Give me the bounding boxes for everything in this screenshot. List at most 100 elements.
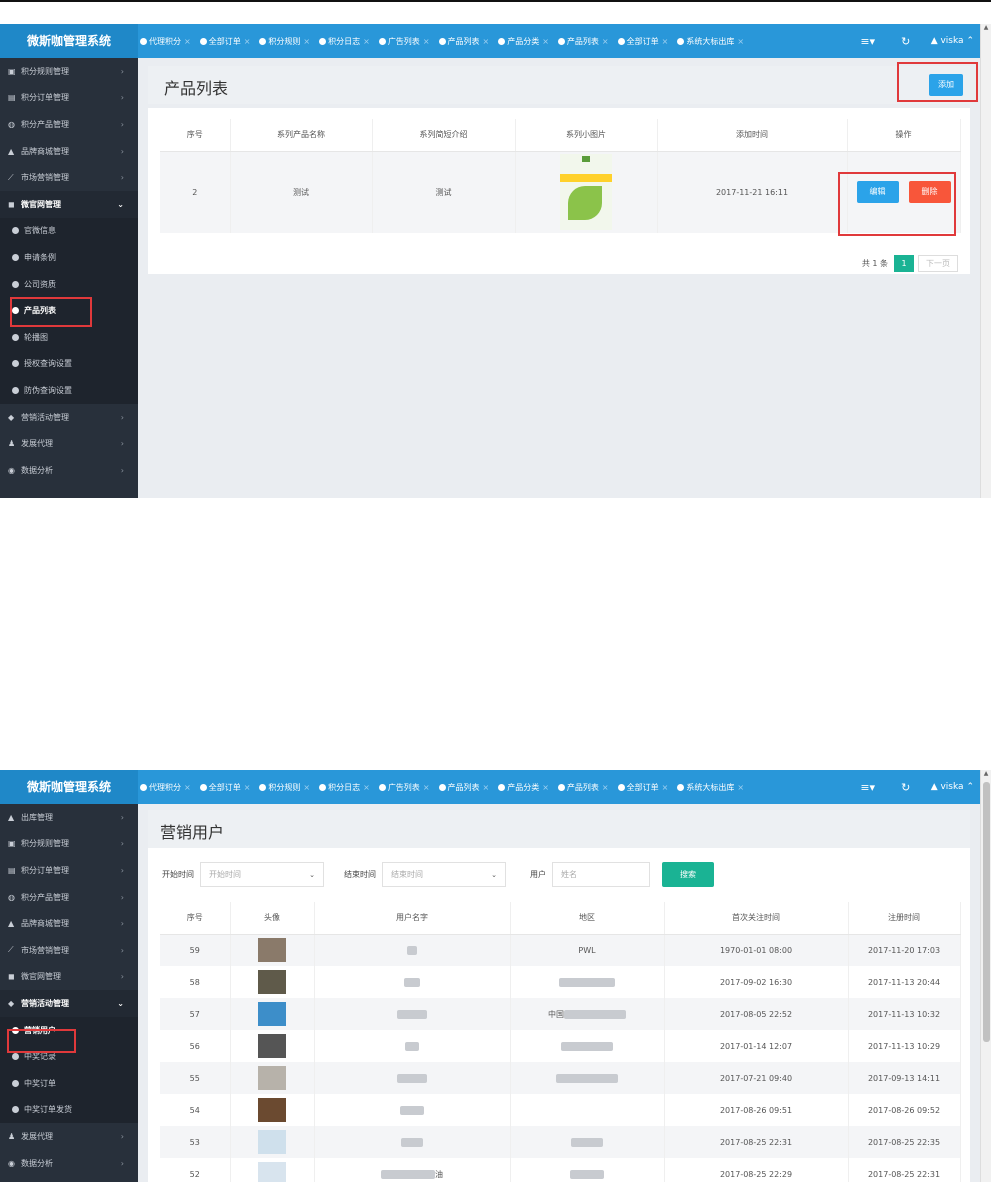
close-icon[interactable]: ×: [542, 37, 549, 46]
sidebar-item[interactable]: ◼ 微官网管理 ›: [0, 964, 138, 991]
redacted-name: [404, 977, 420, 987]
sidebar-item[interactable]: ▤ 积分订单管理 ›: [0, 85, 138, 112]
close-icon[interactable]: ×: [184, 37, 191, 46]
close-icon[interactable]: ×: [602, 783, 609, 792]
close-icon[interactable]: ×: [542, 783, 549, 792]
tab-2[interactable]: 积分规则 ×: [259, 36, 310, 47]
tab-1[interactable]: 全部订单 ×: [199, 782, 251, 793]
cell-register-time: 2017-11-13 20:44: [848, 966, 961, 998]
tab-0[interactable]: 代理积分 ×: [140, 36, 191, 47]
close-icon[interactable]: ×: [184, 783, 191, 792]
close-icon[interactable]: ×: [737, 37, 744, 46]
redacted-region: [570, 1169, 604, 1179]
menu-icon[interactable]: ≡▾: [849, 781, 887, 794]
close-icon[interactable]: ×: [483, 37, 490, 46]
sidebar-item-label: 积分产品管理: [21, 119, 69, 129]
table-row: 54 2017-08-26 09:51 2017-08-26 09:52: [160, 1094, 961, 1126]
tab-6[interactable]: 产品分类 ×: [498, 36, 549, 47]
tab-7[interactable]: 产品列表 ×: [557, 782, 609, 793]
sidebar-item[interactable]: ◼ 微官网管理 ⌄: [0, 190, 138, 218]
tab-0[interactable]: 代理积分 ×: [140, 782, 191, 793]
tab-label: 广告列表: [387, 36, 420, 46]
sidebar-item[interactable]: ◉ 数据分析 ›: [0, 1150, 138, 1177]
sidebar-subitem[interactable]: 官微信息: [0, 218, 138, 245]
close-icon[interactable]: ×: [662, 37, 669, 46]
refresh-icon[interactable]: ↻: [887, 35, 925, 48]
tab-9[interactable]: 系统大标出库 ×: [677, 782, 744, 793]
close-icon[interactable]: ×: [303, 37, 310, 46]
sidebar-subitem[interactable]: 轮播图: [0, 324, 138, 351]
sidebar-item[interactable]: ♟ 发展代理 ›: [0, 430, 138, 457]
sidebar-item[interactable]: ⟋ 市场营销管理 ›: [0, 164, 138, 191]
sidebar-subitem[interactable]: 中奖订单: [0, 1070, 138, 1097]
end-time-select[interactable]: 结束时间 ⌄: [382, 862, 506, 887]
close-icon[interactable]: ×: [602, 37, 609, 46]
sidebar-item[interactable]: ♟ 发展代理 ›: [0, 1123, 138, 1150]
tab-7[interactable]: 产品列表 ×: [557, 36, 609, 47]
sidebar-item[interactable]: ▲ 品牌商城管理 ›: [0, 910, 138, 937]
sidebar-item[interactable]: ◆ 营销活动管理 ›: [0, 404, 138, 431]
user-menu[interactable]: ▲ viska ⌃: [931, 36, 974, 46]
tab-4[interactable]: 广告列表 ×: [378, 36, 430, 47]
sidebar-subitem[interactable]: 公司资质: [0, 271, 138, 298]
close-icon[interactable]: ×: [244, 783, 251, 792]
tab-2[interactable]: 积分规则 ×: [259, 782, 310, 793]
sidebar-item[interactable]: ◉ 数据分析 ›: [0, 457, 138, 484]
tab-4[interactable]: 广告列表 ×: [378, 782, 430, 793]
close-icon[interactable]: ×: [737, 783, 744, 792]
sidebar-subitem[interactable]: 防伪查询设置: [0, 377, 138, 404]
document-top-rule: [0, 0, 991, 2]
circle-plus-icon: [12, 1053, 19, 1061]
scroll-up-icon[interactable]: ▲: [981, 770, 991, 777]
page-scrollbar[interactable]: ▲: [980, 24, 991, 498]
menu-icon[interactable]: ≡▾: [849, 35, 887, 48]
sidebar-item[interactable]: ▣ 积分规则管理 ›: [0, 831, 138, 858]
sidebar-item[interactable]: ⟋ 市场营销管理 ›: [0, 937, 138, 964]
close-icon[interactable]: ×: [363, 37, 370, 46]
start-time-select[interactable]: 开始时间 ⌄: [200, 862, 324, 887]
user-name-input[interactable]: 姓名: [552, 862, 650, 887]
sidebar-subitem[interactable]: 中奖订单发货: [0, 1097, 138, 1124]
close-icon[interactable]: ×: [483, 783, 490, 792]
tab-5[interactable]: 产品列表 ×: [438, 782, 490, 793]
close-icon[interactable]: ×: [423, 37, 430, 46]
tab-9[interactable]: 系统大标出库 ×: [677, 36, 744, 47]
close-icon[interactable]: ×: [244, 37, 251, 46]
cell-avatar: [230, 1030, 315, 1062]
sidebar-item[interactable]: ▲ 出库管理 ›: [0, 804, 138, 831]
pagination-current-page[interactable]: 1: [894, 255, 914, 272]
page-scrollbar[interactable]: ▲: [980, 770, 991, 1182]
scrollbar-thumb[interactable]: [983, 782, 990, 1042]
redacted-name: [407, 945, 417, 955]
tab-strip: 代理积分 × 全部订单 × 积分规则 × 积分日志 × 广告列表 × 产品列表 × 产品分类 × 产品列表 ×…: [140, 24, 753, 58]
sidebar-subitem[interactable]: 申请条例: [0, 244, 138, 271]
close-icon[interactable]: ×: [423, 783, 430, 792]
search-button[interactable]: 搜索: [662, 862, 714, 887]
tab-8[interactable]: 全部订单 ×: [617, 36, 669, 47]
cell-id: 57: [160, 998, 231, 1030]
agent-icon: ♟: [8, 1131, 16, 1141]
close-icon[interactable]: ×: [363, 783, 370, 792]
scroll-up-icon[interactable]: ▲: [981, 24, 991, 31]
pagination-next-button[interactable]: 下一页: [918, 255, 958, 272]
sidebar-item[interactable]: ▲ 品牌商城管理 ›: [0, 138, 138, 165]
tab-3[interactable]: 积分日志 ×: [319, 782, 370, 793]
tab-1[interactable]: 全部订单 ×: [199, 36, 251, 47]
sidebar-item[interactable]: ▤ 积分订单管理 ›: [0, 857, 138, 884]
close-icon[interactable]: ×: [662, 783, 669, 792]
tab-dot-icon: [438, 37, 446, 45]
sidebar-subitem[interactable]: 授权查询设置: [0, 351, 138, 378]
tab-6[interactable]: 产品分类 ×: [498, 782, 549, 793]
sidebar-item[interactable]: ▣ 积分规则管理 ›: [0, 58, 138, 85]
close-icon[interactable]: ×: [303, 783, 310, 792]
redacted-name: [397, 1073, 427, 1083]
tab-label: 代理积分: [149, 36, 181, 46]
refresh-icon[interactable]: ↻: [887, 781, 925, 794]
tab-3[interactable]: 积分日志 ×: [319, 36, 370, 47]
user-menu[interactable]: ▲ viska ⌃: [931, 782, 974, 792]
tab-8[interactable]: 全部订单 ×: [617, 782, 669, 793]
tab-5[interactable]: 产品列表 ×: [438, 36, 490, 47]
sidebar-item[interactable]: ◆ 营销活动管理 ⌄: [0, 990, 138, 1017]
sidebar-item[interactable]: ◍ 积分产品管理 ›: [0, 884, 138, 911]
sidebar-item[interactable]: ◍ 积分产品管理 ›: [0, 111, 138, 138]
